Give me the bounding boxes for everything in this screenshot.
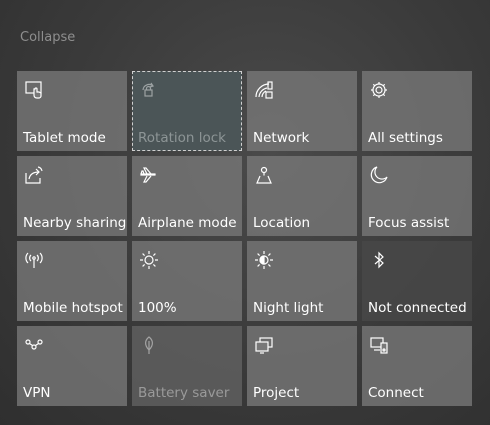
vpn-icon [23,334,45,356]
share-icon [23,164,45,186]
tile-label: All settings [368,130,443,146]
night-light-icon [253,249,275,271]
hotspot-icon [23,249,45,271]
tile-battery-saver[interactable]: Battery saver [132,326,242,406]
tile-vpn[interactable]: VPN [17,326,127,406]
airplane-icon [138,164,160,186]
tile-network[interactable]: Network [247,71,357,151]
tile-label: Not connected [368,300,467,316]
tile-label: Rotation lock [138,130,227,146]
tile-brightness[interactable]: 100% [132,241,242,321]
tile-label: Tablet mode [23,130,106,146]
tile-label: Night light [253,300,324,316]
tile-label: Mobile hotspot [23,300,123,316]
moon-icon [368,164,390,186]
quick-actions-grid: Tablet mode Rotation lock Network All se… [17,71,472,406]
tile-airplane-mode[interactable]: Airplane mode [132,156,242,236]
tile-label: Network [253,130,310,146]
location-icon [253,164,275,186]
tile-connect[interactable]: Connect [362,326,472,406]
tile-label: 100% [138,300,177,316]
tile-location[interactable]: Location [247,156,357,236]
tile-project[interactable]: Project [247,326,357,406]
rotation-lock-icon [138,79,160,101]
tile-label: Project [253,385,300,401]
project-icon [253,334,275,356]
leaf-icon [138,334,160,356]
tile-bluetooth[interactable]: Not connected [362,241,472,321]
tile-tablet-mode[interactable]: Tablet mode [17,71,127,151]
gear-icon [368,79,390,101]
tile-mobile-hotspot[interactable]: Mobile hotspot [17,241,127,321]
connect-icon [368,334,390,356]
sun-icon [138,249,160,271]
tile-label: Location [253,215,311,231]
tile-all-settings[interactable]: All settings [362,71,472,151]
bluetooth-icon [368,249,390,271]
tile-night-light[interactable]: Night light [247,241,357,321]
tile-nearby-sharing[interactable]: Nearby sharing [17,156,127,236]
network-icon [253,79,275,101]
tile-focus-assist[interactable]: Focus assist [362,156,472,236]
tile-label: Connect [368,385,424,401]
tile-label: VPN [23,385,51,401]
tile-rotation-lock[interactable]: Rotation lock [132,71,242,151]
tile-label: Focus assist [368,215,450,231]
tile-label: Battery saver [138,385,230,401]
tablet-mode-icon [23,79,45,101]
tile-label: Nearby sharing [23,215,127,231]
collapse-link[interactable]: Collapse [20,30,75,45]
tile-label: Airplane mode [138,215,237,231]
